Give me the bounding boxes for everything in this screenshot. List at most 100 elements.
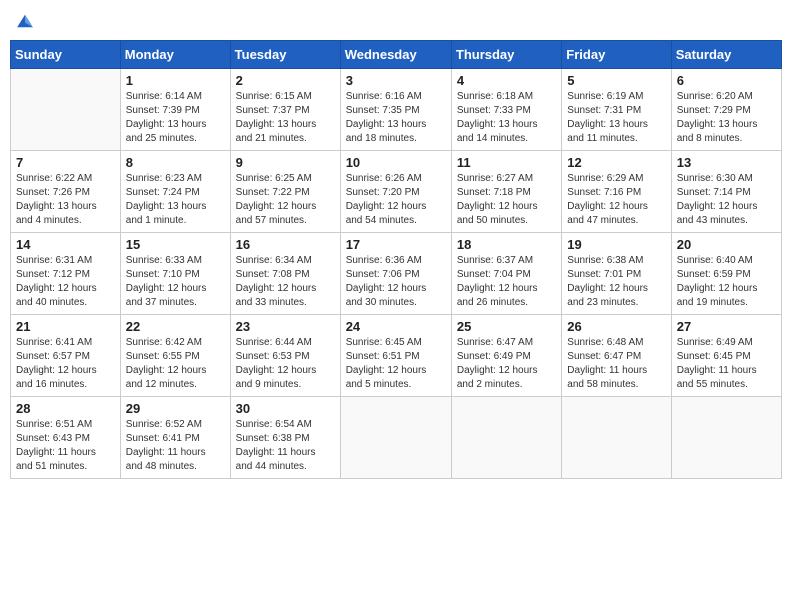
day-info: Sunrise: 6:22 AMSunset: 7:26 PMDaylight:…: [16, 172, 115, 228]
calendar-cell: 28 Sunrise: 6:51 AMSunset: 6:43 PMDayligh…: [11, 397, 121, 479]
day-number: 22: [126, 319, 225, 334]
day-number: 2: [236, 73, 335, 88]
day-info: Sunrise: 6:16 AMSunset: 7:35 PMDaylight:…: [346, 90, 446, 146]
day-info: Sunrise: 6:18 AMSunset: 7:33 PMDaylight:…: [457, 90, 556, 146]
calendar-cell: 17Sunrise: 6:36 AMSunset: 7:06 PMDayligh…: [340, 233, 451, 315]
calendar-cell: 6 Sunrise: 6:20 AMSunset: 7:29 PMDaylight…: [671, 69, 781, 151]
calendar-cell: [340, 397, 451, 479]
calendar-cell: 15 Sunrise: 6:33 AMSunset: 7:10 PMDayligh…: [120, 233, 230, 315]
day-info: Sunrise: 6:47 AMSunset: 6:49 PMDaylight:…: [457, 336, 556, 392]
day-number: 12: [567, 155, 665, 170]
calendar-cell: 20 Sunrise: 6:40 AMSunset: 6:59 PMDayligh…: [671, 233, 781, 315]
day-number: 5: [567, 73, 665, 88]
day-info: Sunrise: 6:31 AMSunset: 7:12 PMDaylight:…: [16, 254, 115, 310]
day-number: 14: [16, 237, 115, 252]
day-info: Sunrise: 6:44 AMSunset: 6:53 PMDaylight:…: [236, 336, 335, 392]
day-info: Sunrise: 6:40 AMSunset: 6:59 PMDaylight:…: [677, 254, 776, 310]
calendar-header-row: SundayMondayTuesdayWednesdayThursdayFrid…: [11, 41, 782, 69]
calendar-cell: 11 Sunrise: 6:27 AMSunset: 7:18 PMDayligh…: [451, 151, 561, 233]
day-info: Sunrise: 6:49 AMSunset: 6:45 PMDaylight:…: [677, 336, 776, 392]
calendar-cell: 13Sunrise: 6:30 AMSunset: 7:14 PMDayligh…: [671, 151, 781, 233]
calendar-day-header: Wednesday: [340, 41, 451, 69]
calendar-cell: 21 Sunrise: 6:41 AMSunset: 6:57 PMDayligh…: [11, 315, 121, 397]
day-number: 20: [677, 237, 776, 252]
calendar-cell: [671, 397, 781, 479]
calendar-day-header: Saturday: [671, 41, 781, 69]
calendar-cell: 4 Sunrise: 6:18 AMSunset: 7:33 PMDaylight…: [451, 69, 561, 151]
calendar-cell: 30Sunrise: 6:54 AMSunset: 6:38 PMDayligh…: [230, 397, 340, 479]
calendar-cell: 23Sunrise: 6:44 AMSunset: 6:53 PMDayligh…: [230, 315, 340, 397]
calendar-cell: 2 Sunrise: 6:15 AMSunset: 7:37 PMDaylight…: [230, 69, 340, 151]
calendar-cell: [11, 69, 121, 151]
day-info: Sunrise: 6:33 AMSunset: 7:10 PMDaylight:…: [126, 254, 225, 310]
calendar-week-row: 28 Sunrise: 6:51 AMSunset: 6:43 PMDayligh…: [11, 397, 782, 479]
day-number: 27: [677, 319, 776, 334]
day-info: Sunrise: 6:42 AMSunset: 6:55 PMDaylight:…: [126, 336, 225, 392]
day-number: 10: [346, 155, 446, 170]
day-number: 17: [346, 237, 446, 252]
day-info: Sunrise: 6:29 AMSunset: 7:16 PMDaylight:…: [567, 172, 665, 228]
calendar-week-row: 7 Sunrise: 6:22 AMSunset: 7:26 PMDaylight…: [11, 151, 782, 233]
day-number: 15: [126, 237, 225, 252]
calendar-week-row: 21 Sunrise: 6:41 AMSunset: 6:57 PMDayligh…: [11, 315, 782, 397]
calendar-cell: 29 Sunrise: 6:52 AMSunset: 6:41 PMDayligh…: [120, 397, 230, 479]
calendar-cell: 27 Sunrise: 6:49 AMSunset: 6:45 PMDayligh…: [671, 315, 781, 397]
day-info: Sunrise: 6:23 AMSunset: 7:24 PMDaylight:…: [126, 172, 225, 228]
calendar-cell: 8 Sunrise: 6:23 AMSunset: 7:24 PMDaylight…: [120, 151, 230, 233]
calendar-day-header: Thursday: [451, 41, 561, 69]
day-number: 4: [457, 73, 556, 88]
day-info: Sunrise: 6:27 AMSunset: 7:18 PMDaylight:…: [457, 172, 556, 228]
calendar-cell: 3Sunrise: 6:16 AMSunset: 7:35 PMDaylight…: [340, 69, 451, 151]
day-number: 28: [16, 401, 115, 416]
calendar-cell: 5Sunrise: 6:19 AMSunset: 7:31 PMDaylight…: [562, 69, 671, 151]
day-number: 29: [126, 401, 225, 416]
calendar-cell: 26 Sunrise: 6:48 AMSunset: 6:47 PMDayligh…: [562, 315, 671, 397]
day-number: 6: [677, 73, 776, 88]
day-number: 24: [346, 319, 446, 334]
day-info: Sunrise: 6:48 AMSunset: 6:47 PMDaylight:…: [567, 336, 665, 392]
calendar-cell: 25 Sunrise: 6:47 AMSunset: 6:49 PMDayligh…: [451, 315, 561, 397]
day-info: Sunrise: 6:41 AMSunset: 6:57 PMDaylight:…: [16, 336, 115, 392]
day-info: Sunrise: 6:37 AMSunset: 7:04 PMDaylight:…: [457, 254, 556, 310]
day-info: Sunrise: 6:20 AMSunset: 7:29 PMDaylight:…: [677, 90, 776, 146]
calendar-day-header: Sunday: [11, 41, 121, 69]
calendar-cell: 22 Sunrise: 6:42 AMSunset: 6:55 PMDayligh…: [120, 315, 230, 397]
calendar-week-row: 14 Sunrise: 6:31 AMSunset: 7:12 PMDayligh…: [11, 233, 782, 315]
calendar-cell: [451, 397, 561, 479]
day-info: Sunrise: 6:15 AMSunset: 7:37 PMDaylight:…: [236, 90, 335, 146]
day-number: 8: [126, 155, 225, 170]
day-number: 25: [457, 319, 556, 334]
calendar-cell: 18 Sunrise: 6:37 AMSunset: 7:04 PMDayligh…: [451, 233, 561, 315]
calendar-cell: 16Sunrise: 6:34 AMSunset: 7:08 PMDayligh…: [230, 233, 340, 315]
day-number: 19: [567, 237, 665, 252]
day-number: 18: [457, 237, 556, 252]
calendar-cell: 10 Sunrise: 6:26 AMSunset: 7:20 PMDayligh…: [340, 151, 451, 233]
day-info: Sunrise: 6:52 AMSunset: 6:41 PMDaylight:…: [126, 418, 225, 474]
logo: [14, 10, 40, 32]
day-number: 21: [16, 319, 115, 334]
calendar-cell: 9 Sunrise: 6:25 AMSunset: 7:22 PMDaylight…: [230, 151, 340, 233]
calendar-cell: 7 Sunrise: 6:22 AMSunset: 7:26 PMDaylight…: [11, 151, 121, 233]
day-number: 13: [677, 155, 776, 170]
day-info: Sunrise: 6:45 AMSunset: 6:51 PMDaylight:…: [346, 336, 446, 392]
day-info: Sunrise: 6:26 AMSunset: 7:20 PMDaylight:…: [346, 172, 446, 228]
day-info: Sunrise: 6:25 AMSunset: 7:22 PMDaylight:…: [236, 172, 335, 228]
day-info: Sunrise: 6:14 AMSunset: 7:39 PMDaylight:…: [126, 90, 225, 146]
day-number: 11: [457, 155, 556, 170]
day-info: Sunrise: 6:38 AMSunset: 7:01 PMDaylight:…: [567, 254, 665, 310]
day-number: 26: [567, 319, 665, 334]
day-info: Sunrise: 6:51 AMSunset: 6:43 PMDaylight:…: [16, 418, 115, 474]
calendar-week-row: 1 Sunrise: 6:14 AMSunset: 7:39 PMDaylight…: [11, 69, 782, 151]
day-number: 1: [126, 73, 225, 88]
day-info: Sunrise: 6:34 AMSunset: 7:08 PMDaylight:…: [236, 254, 335, 310]
calendar-day-header: Tuesday: [230, 41, 340, 69]
day-number: 30: [236, 401, 335, 416]
day-number: 9: [236, 155, 335, 170]
calendar-cell: 1 Sunrise: 6:14 AMSunset: 7:39 PMDaylight…: [120, 69, 230, 151]
calendar-cell: 19 Sunrise: 6:38 AMSunset: 7:01 PMDayligh…: [562, 233, 671, 315]
logo-icon: [14, 10, 36, 32]
day-number: 7: [16, 155, 115, 170]
calendar-day-header: Monday: [120, 41, 230, 69]
calendar-cell: 14 Sunrise: 6:31 AMSunset: 7:12 PMDayligh…: [11, 233, 121, 315]
calendar-table: SundayMondayTuesdayWednesdayThursdayFrid…: [10, 40, 782, 479]
